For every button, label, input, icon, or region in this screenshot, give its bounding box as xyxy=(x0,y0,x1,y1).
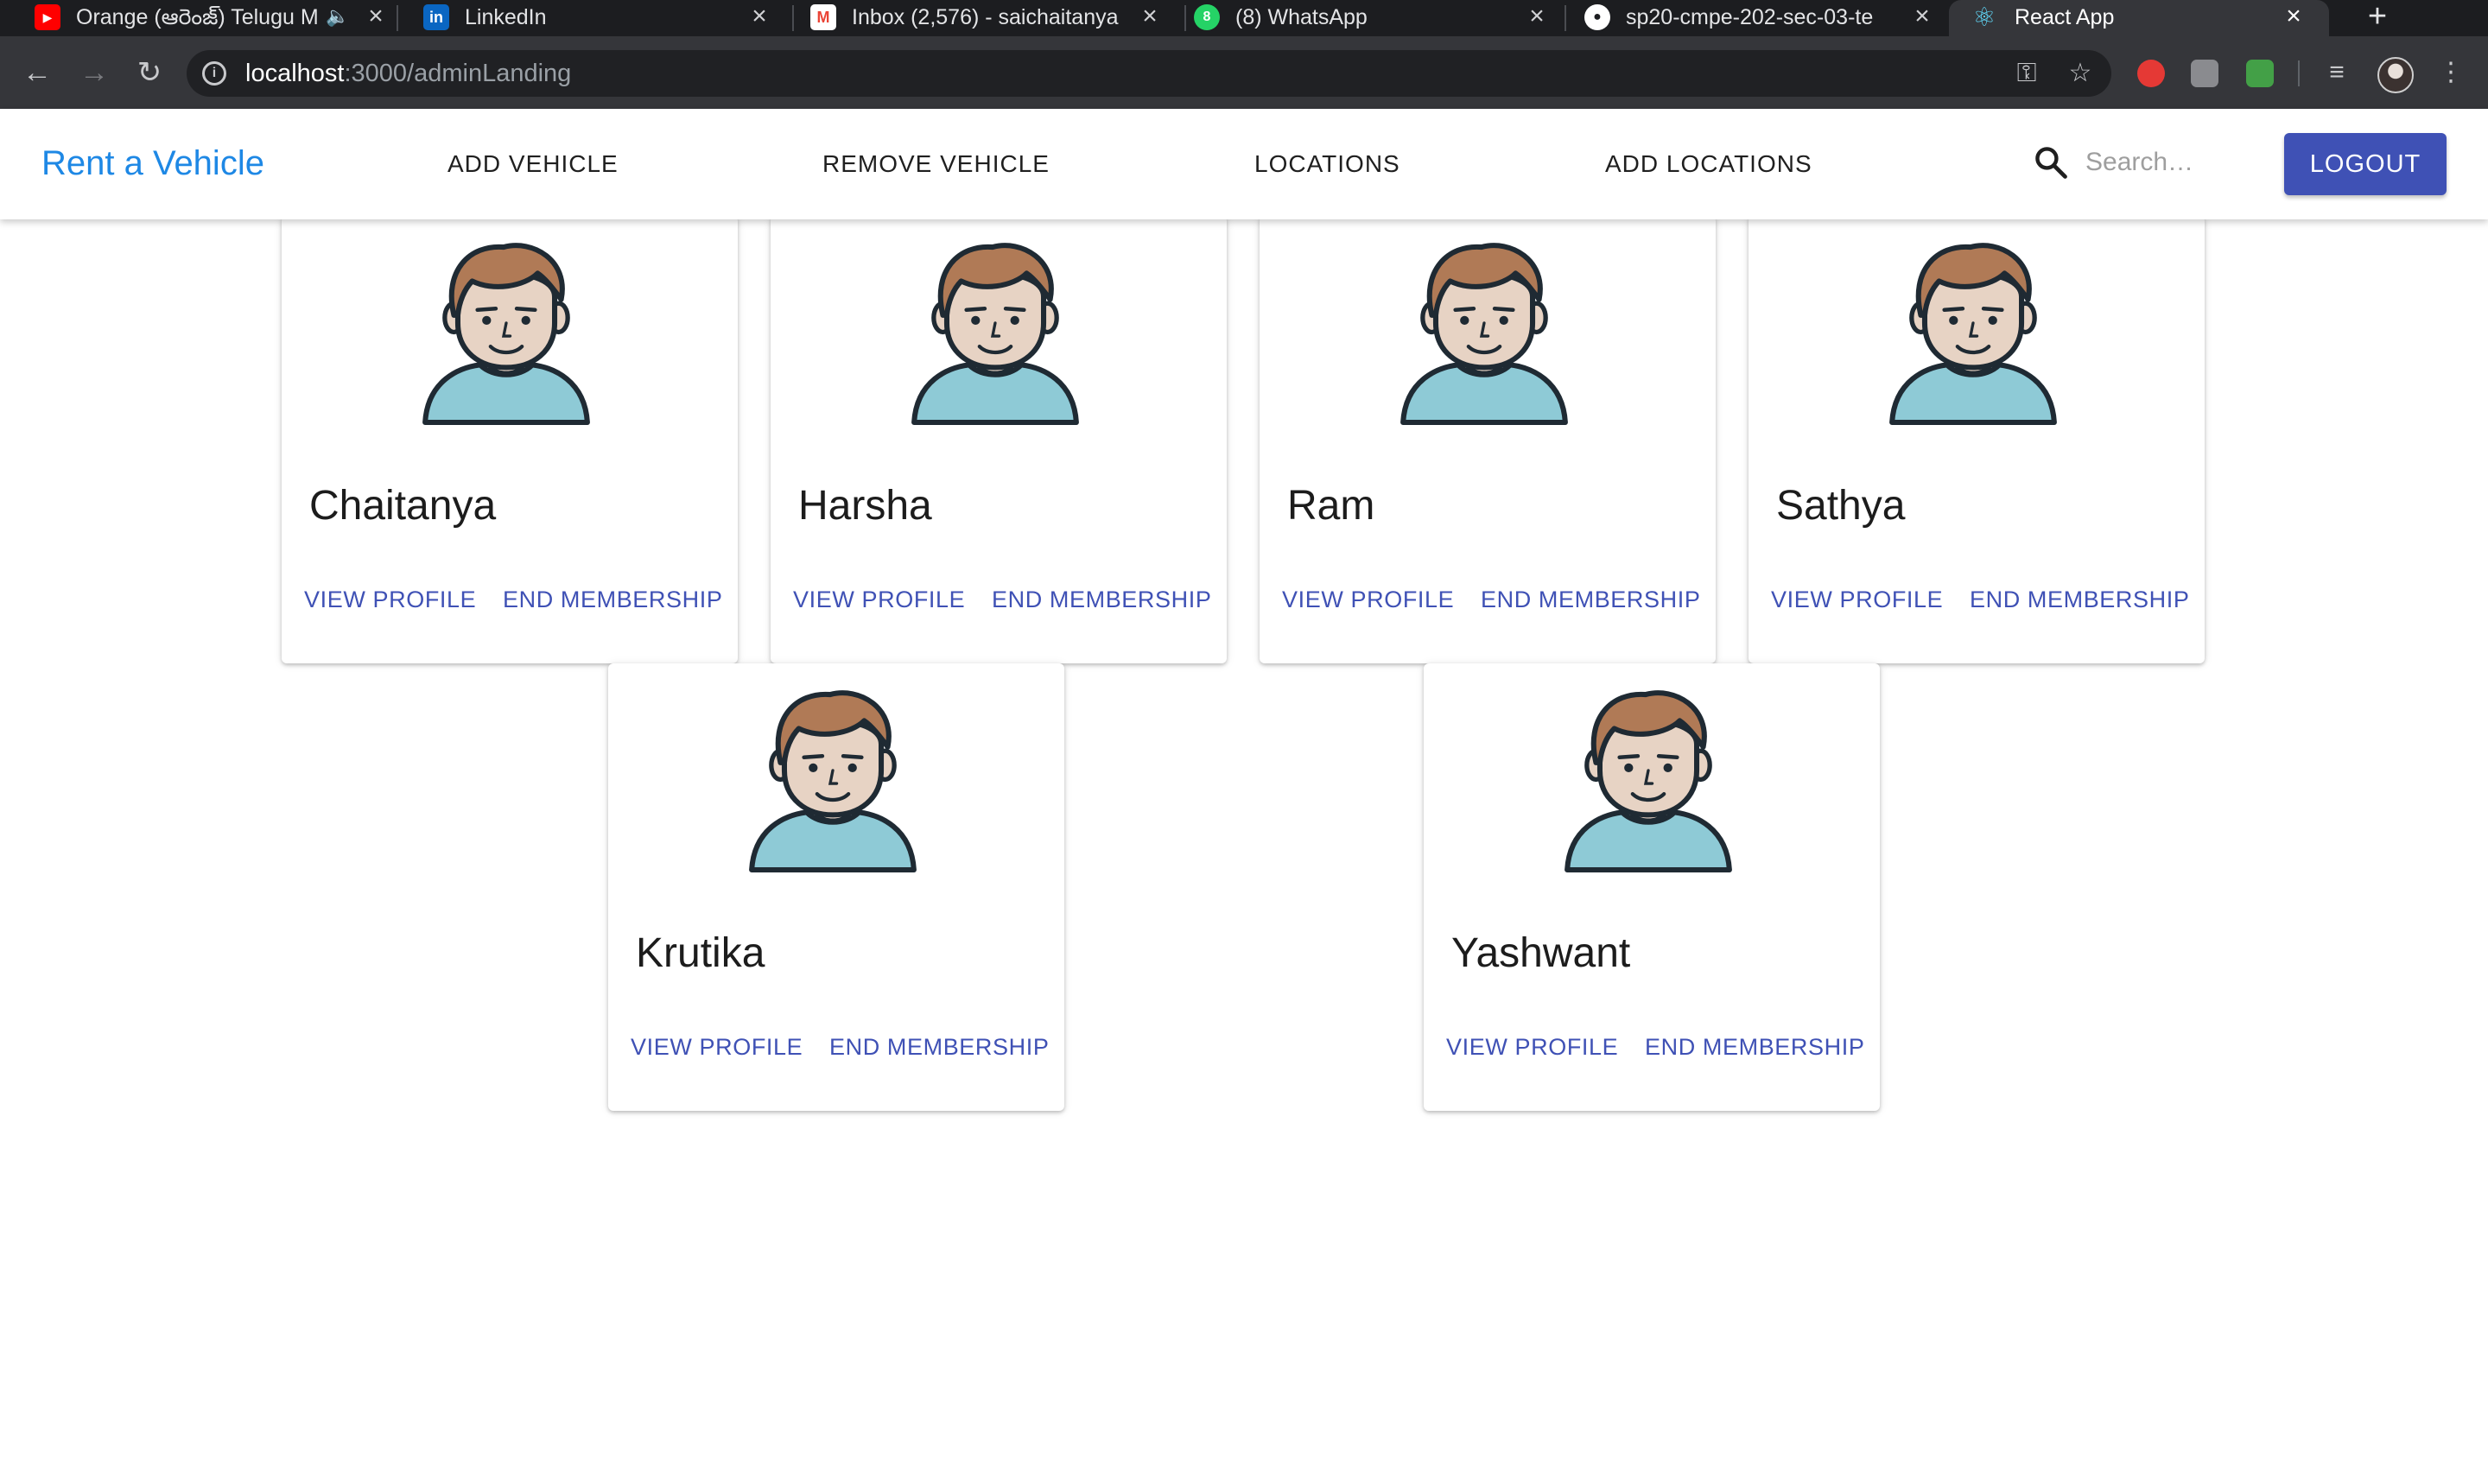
youtube-icon: ▶ xyxy=(35,4,60,30)
browser-tab-react-app[interactable]: ⚛ React App × xyxy=(1949,0,2329,36)
tab-title: Orange (ఆరెంజ్) Telugu M xyxy=(76,5,319,29)
toolbar-divider xyxy=(2298,60,2300,86)
end-membership-button[interactable]: END MEMBERSHIP xyxy=(503,582,722,617)
member-card: Harsha VIEW PROFILE END MEMBERSHIP xyxy=(771,216,1227,663)
member-card: Ram VIEW PROFILE END MEMBERSHIP xyxy=(1260,216,1716,663)
user-avatar-icon xyxy=(904,219,1087,447)
user-avatar-icon xyxy=(415,219,598,447)
site-info-icon[interactable]: i xyxy=(202,61,226,86)
view-profile-button[interactable]: VIEW PROFILE xyxy=(304,582,476,617)
extension-mail-check-icon[interactable] xyxy=(2246,60,2274,87)
linkedin-icon: in xyxy=(423,4,449,30)
new-tab-plus-icon[interactable]: + xyxy=(2360,0,2395,35)
user-avatar-icon xyxy=(1557,667,1740,895)
nav-remove-vehicle[interactable]: REMOVE VEHICLE xyxy=(822,147,1050,181)
whatsapp-icon: 8 xyxy=(1194,4,1220,30)
nav-add-vehicle[interactable]: ADD VEHICLE xyxy=(447,147,619,181)
tab-title: (8) WhatsApp xyxy=(1235,5,1368,29)
close-tab-icon[interactable]: × xyxy=(1135,2,1165,31)
end-membership-button[interactable]: END MEMBERSHIP xyxy=(1645,1030,1864,1064)
nav-locations[interactable]: LOCATIONS xyxy=(1254,147,1400,181)
close-tab-icon[interactable]: × xyxy=(1907,2,1937,31)
brand-title[interactable]: Rent a Vehicle xyxy=(41,142,264,185)
search-icon xyxy=(2035,147,2067,179)
reload-icon[interactable]: ↻ xyxy=(133,57,166,90)
extension-copy-icon[interactable] xyxy=(2191,60,2218,87)
end-membership-button[interactable]: END MEMBERSHIP xyxy=(1970,582,2189,617)
user-avatar-icon xyxy=(741,667,924,895)
key-icon[interactable]: ⚿ xyxy=(2011,59,2042,90)
media-queue-icon[interactable]: ≡ xyxy=(2320,57,2353,90)
close-tab-icon[interactable]: × xyxy=(361,2,390,31)
view-profile-button[interactable]: VIEW PROFILE xyxy=(1446,1030,1618,1064)
end-membership-button[interactable]: END MEMBERSHIP xyxy=(992,582,1211,617)
forward-arrow-icon[interactable]: → xyxy=(78,57,111,90)
url-host: localhost xyxy=(245,60,345,87)
search-input[interactable] xyxy=(2085,143,2232,181)
view-profile-button[interactable]: VIEW PROFILE xyxy=(1282,582,1454,617)
address-bar[interactable]: i localhost:3000/adminLanding ⚿ ☆ xyxy=(187,50,2111,97)
member-name: Sathya xyxy=(1776,483,1906,529)
tab-title: Inbox (2,576) - saichaitanya xyxy=(852,5,1119,29)
tab-title: LinkedIn xyxy=(465,5,547,29)
extension-adblock-icon[interactable] xyxy=(2137,60,2165,87)
browser-tab-gmail[interactable]: M Inbox (2,576) - saichaitanya × xyxy=(793,0,1186,36)
member-card: Chaitanya VIEW PROFILE END MEMBERSHIP xyxy=(282,216,738,663)
gmail-icon: M xyxy=(810,4,836,30)
user-avatar-icon xyxy=(1393,219,1576,447)
speaker-icon[interactable]: 🔈 xyxy=(323,2,352,31)
app-header: Rent a Vehicle ADD VEHICLE REMOVE VEHICL… xyxy=(0,109,2488,219)
browser-tab-whatsapp[interactable]: 8 (8) WhatsApp × xyxy=(1185,0,1566,36)
user-avatar-icon xyxy=(1882,219,2065,447)
github-icon: ● xyxy=(1584,4,1610,30)
star-bookmark-icon[interactable]: ☆ xyxy=(2065,59,2096,90)
view-profile-button[interactable]: VIEW PROFILE xyxy=(631,1030,803,1064)
profile-avatar[interactable] xyxy=(2377,57,2414,93)
member-name: Harsha xyxy=(798,483,932,529)
end-membership-button[interactable]: END MEMBERSHIP xyxy=(1481,582,1700,617)
react-icon: ⚛ xyxy=(1972,3,1996,32)
url-path: :3000/adminLanding xyxy=(344,60,572,87)
browser-tab-github[interactable]: ● sp20-cmpe-202-sec-03-te × xyxy=(1565,0,1949,36)
member-card: Yashwant VIEW PROFILE END MEMBERSHIP xyxy=(1424,663,1880,1111)
member-name: Ram xyxy=(1287,483,1375,529)
logout-button[interactable]: LOGOUT xyxy=(2284,133,2447,195)
end-membership-button[interactable]: END MEMBERSHIP xyxy=(829,1030,1049,1064)
close-tab-icon[interactable]: × xyxy=(2279,2,2308,31)
browser-tab-youtube[interactable]: ▶ Orange (ఆరెంజ్) Telugu M 🔈 × xyxy=(0,0,398,36)
tab-title: React App xyxy=(2015,5,2115,29)
browser-toolbar: ← → ↻ i localhost:3000/adminLanding ⚿ ☆ … xyxy=(0,36,2488,109)
member-name: Yashwant xyxy=(1451,930,1631,976)
back-arrow-icon[interactable]: ← xyxy=(21,57,54,90)
view-profile-button[interactable]: VIEW PROFILE xyxy=(1771,582,1943,617)
close-tab-icon[interactable]: × xyxy=(745,2,774,31)
tab-title: sp20-cmpe-202-sec-03-te xyxy=(1626,5,1874,29)
nav-add-locations[interactable]: ADD LOCATIONS xyxy=(1605,147,1812,181)
address-url[interactable]: localhost:3000/adminLanding xyxy=(245,58,571,89)
member-name: Chaitanya xyxy=(309,483,497,529)
view-profile-button[interactable]: VIEW PROFILE xyxy=(793,582,965,617)
browser-tab-strip: ▶ Orange (ఆరెంజ్) Telugu M 🔈 × in Linked… xyxy=(0,0,2488,36)
close-tab-icon[interactable]: × xyxy=(1522,2,1552,31)
browser-tab-linkedin[interactable]: in LinkedIn × xyxy=(397,0,794,36)
member-card: Sathya VIEW PROFILE END MEMBERSHIP xyxy=(1749,216,2205,663)
member-name: Krutika xyxy=(636,930,765,976)
member-card: Krutika VIEW PROFILE END MEMBERSHIP xyxy=(608,663,1064,1111)
menu-dots-icon[interactable]: ⋮ xyxy=(2434,57,2467,90)
